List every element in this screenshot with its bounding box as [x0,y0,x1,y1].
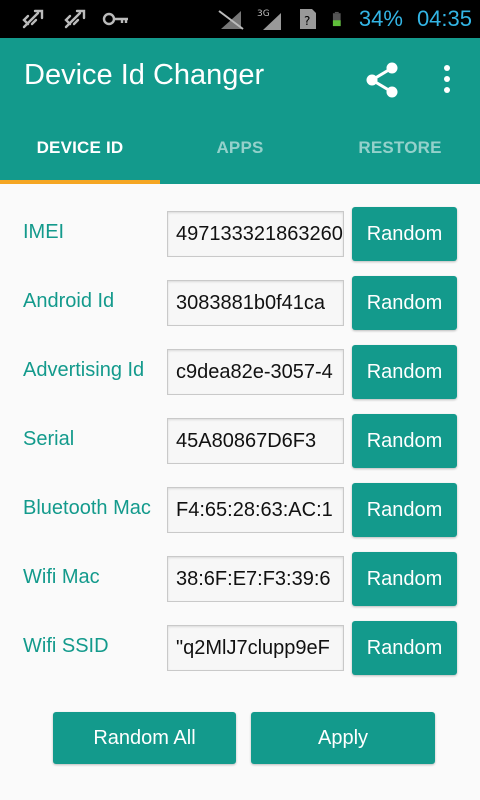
no-signal-icon [218,10,244,30]
tab-indicator [0,180,160,184]
random-imei-button[interactable]: Random [352,207,457,261]
random-advertising-id-button[interactable]: Random [352,345,457,399]
field-row-bluetooth-mac: Bluetooth Mac F4:65:28:63:AC:1 Random [0,483,480,539]
serial-field[interactable]: 45A80867D6F3 [167,418,344,464]
status-notifications [0,7,130,31]
random-bluetooth-mac-button[interactable]: Random [352,483,457,537]
field-label: Android Id [23,290,115,312]
random-wifi-mac-button[interactable]: Random [352,552,457,606]
field-label: Bluetooth Mac [23,497,151,519]
field-label: Advertising Id [23,359,145,381]
battery-icon [332,11,341,27]
field-row-wifi-ssid: Wifi SSID "q2MlJ7clupp9eF Random [0,621,480,677]
apply-button[interactable]: Apply [251,712,435,764]
android-id-field[interactable]: 3083881b0f41ca [167,280,344,326]
status-system: 3G ? 34% 04:35 [217,6,480,32]
clock: 04:35 [416,6,472,31]
usb-icon [22,9,44,29]
random-android-id-button[interactable]: Random [352,276,457,330]
tab-restore[interactable]: RESTORE [320,112,480,184]
random-serial-button[interactable]: Random [352,414,457,468]
svg-text:?: ? [304,14,310,28]
usb-icon [64,9,86,29]
battery-percent: 34% [358,6,403,31]
field-label: IMEI [23,221,65,243]
random-all-button[interactable]: Random All [53,712,236,764]
bluetooth-mac-field[interactable]: F4:65:28:63:AC:1 [167,487,344,533]
tab-device-id[interactable]: DEVICE ID [0,112,160,184]
app-bar: Device Id Changer [0,38,480,112]
field-row-advertising-id: Advertising Id c9dea82e-3057-4 Random [0,345,480,401]
share-icon[interactable] [363,60,403,100]
field-label: Serial [23,428,75,450]
field-label: Wifi SSID [23,635,109,657]
wifi-mac-field[interactable]: 38:6F:E7:F3:39:6 [167,556,344,602]
tab-bar: DEVICE ID APPS RESTORE [0,112,480,184]
imei-field[interactable]: 497133321863260 [167,211,344,257]
app-title: Device Id Changer [24,58,265,91]
field-row-wifi-mac: Wifi Mac 38:6F:E7:F3:39:6 Random [0,552,480,608]
field-row-serial: Serial 45A80867D6F3 Random [0,414,480,470]
3g-signal-icon: 3G [257,9,281,30]
wifi-ssid-field[interactable]: "q2MlJ7clupp9eF [167,625,344,671]
sim-icon: ? [299,9,316,29]
key-icon [102,12,128,26]
field-row-imei: IMEI 497133321863260 Random [0,207,480,263]
status-bar: 3G ? 34% 04:35 [0,0,480,38]
tab-apps[interactable]: APPS [160,112,320,184]
random-wifi-ssid-button[interactable]: Random [352,621,457,675]
field-row-android-id: Android Id 3083881b0f41ca Random [0,276,480,332]
field-label: Wifi Mac [23,566,100,588]
overflow-menu-icon[interactable] [433,62,461,96]
advertising-id-field[interactable]: c9dea82e-3057-4 [167,349,344,395]
network-type-label: 3G [257,9,270,19]
